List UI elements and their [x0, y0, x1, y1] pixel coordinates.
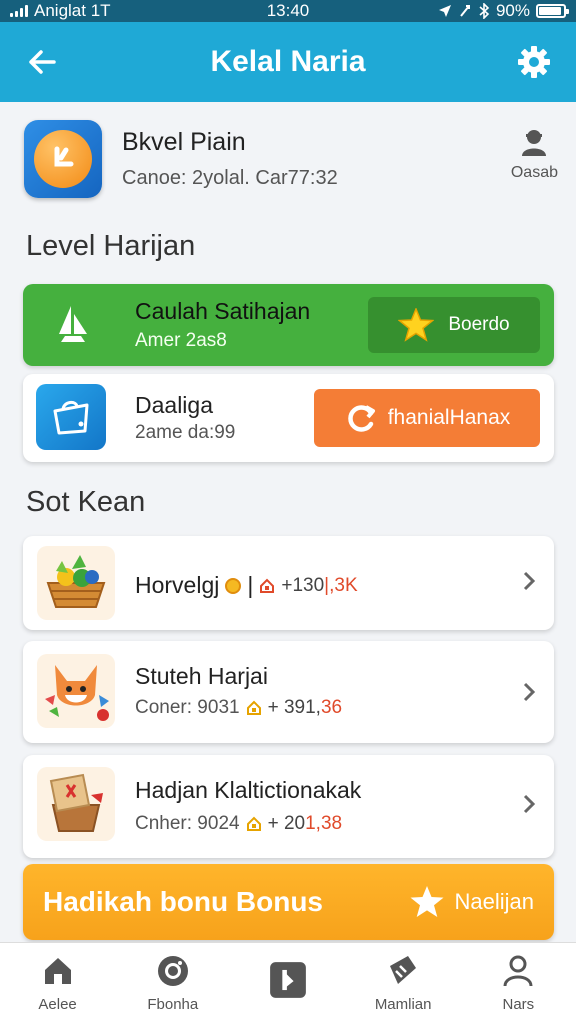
- list-item-separator: |: [247, 572, 254, 598]
- user-icon: [522, 130, 547, 156]
- list-item-meta: Coner: 9031 + 391,36: [135, 697, 342, 719]
- dialog-level-button[interactable]: fhanialHanax: [314, 389, 540, 447]
- gear-icon: [518, 46, 550, 78]
- chevron-right-icon: [523, 571, 536, 591]
- list-item-subtitle: Cnher: 9024: [135, 813, 240, 834]
- bonus-action-label: Naelijan: [454, 889, 535, 914]
- refresh-icon: [348, 405, 375, 432]
- daily-level-button[interactable]: Boerdo: [368, 297, 540, 353]
- bonus-banner[interactable]: Hadikah bonu Bonus Naelijan: [23, 864, 554, 940]
- star-icon: [398, 308, 435, 342]
- bottom-navigation: Aelee Fbonha Mamlian Nars: [0, 942, 576, 1024]
- basket-thumbnail: [37, 546, 115, 620]
- battery-percent: 90%: [495, 1, 530, 20]
- chevron-right-icon: [523, 682, 536, 702]
- status-left: Aniglat 1T: [10, 1, 111, 21]
- list-item-reward: +130|,3K: [281, 575, 357, 597]
- nav-tickets[interactable]: Mamlian: [353, 954, 453, 1013]
- user-button[interactable]: Oasab: [511, 128, 558, 182]
- play-square-icon: [270, 961, 306, 998]
- bonus-label: Hadikah bonu Bonus: [43, 886, 323, 917]
- house-icon: [246, 700, 261, 715]
- bonus-action-button[interactable]: Naelijan: [409, 885, 535, 919]
- dialog-level-title: Daaliga: [135, 392, 213, 418]
- reward-highlight: 1,38: [305, 813, 343, 834]
- house-icon: [246, 816, 261, 831]
- list-item-subtitle: Coner: 9031: [135, 697, 240, 718]
- person-icon: [503, 955, 533, 987]
- profile-subtitle: Canoe: 2yolal. Car77:32: [122, 167, 338, 189]
- reward-highlight: |,3K: [324, 574, 358, 596]
- dialog-level-subtitle: 2ame da:99: [135, 422, 236, 443]
- settings-button[interactable]: [514, 42, 554, 82]
- fox-thumbnail: [37, 654, 115, 728]
- list-item-title: Horvelgj: [135, 572, 220, 598]
- nav-profile[interactable]: Nars: [468, 954, 568, 1013]
- app-logo: [24, 120, 102, 198]
- home-icon: [44, 958, 71, 984]
- dialog-level-card[interactable]: Daaliga 2ame da:99 fhanialHanax: [23, 374, 554, 462]
- list-item-meta: Cnher: 9024 + 201,38: [135, 813, 342, 835]
- nav-profile-label: Nars: [502, 996, 535, 1013]
- dialog-app-icon: [36, 384, 106, 450]
- bag-icon: [53, 401, 89, 435]
- status-bar: Aniglat 1T 13:40 90%: [0, 0, 576, 22]
- location-icon: [438, 5, 451, 17]
- ticket-icon: [390, 956, 417, 984]
- fox-icon: [45, 665, 109, 721]
- signal-icon: [10, 5, 28, 17]
- daily-level-button-label: Boerdo: [448, 314, 510, 335]
- nfc-icon: [460, 5, 470, 17]
- list-item-title: Stuteh Harjai: [135, 663, 268, 689]
- daily-level-card[interactable]: Caulah Satihajan Amer 2as8 Boerdo: [23, 284, 554, 366]
- daily-level-subtitle: Amer 2as8: [135, 330, 227, 351]
- clock-logo-icon: [54, 146, 74, 167]
- back-button[interactable]: [22, 42, 62, 82]
- gift-box-icon: [49, 773, 103, 832]
- profile-header: Bkvel Piain Canoe: 2yolal. Car77:32 Oasa…: [0, 110, 576, 210]
- list-item-title: Hadjan Klaltictionakak: [135, 777, 362, 803]
- chevron-right-icon: [523, 794, 536, 814]
- dialog-level-button-label: fhanialHanax: [387, 406, 511, 429]
- user-label: Oasab: [510, 164, 558, 181]
- nav-home-label: Aelee: [38, 996, 77, 1013]
- list-item-reward: + 201,38: [268, 813, 343, 835]
- bluetooth-icon: [479, 3, 490, 19]
- camera-icon: [157, 956, 188, 986]
- nav-camera[interactable]: Fbonha: [123, 954, 223, 1013]
- level-section-title: Level Harijan: [26, 230, 196, 262]
- status-right: 90%: [438, 1, 569, 21]
- page-title: Kelal Naria: [210, 45, 366, 78]
- nav-home[interactable]: Aelee: [8, 954, 108, 1013]
- reward-prefix: +130: [281, 574, 325, 596]
- list-item[interactable]: Hadjan Klaltictionakak Cnher: 9024 + 201…: [23, 755, 554, 858]
- list-item-reward: + 391,36: [268, 697, 343, 719]
- back-arrow-icon: [29, 50, 56, 74]
- carrier-label: Aniglat 1T: [34, 1, 111, 20]
- nav-play[interactable]: [238, 961, 338, 1007]
- reward-prefix: + 20: [267, 813, 306, 834]
- reward-highlight: 36: [320, 697, 343, 718]
- profile-name: Bkvel Piain: [122, 128, 246, 156]
- app-bar: Kelal Naria: [0, 22, 576, 102]
- gift-thumbnail: [37, 767, 115, 841]
- battery-icon: [536, 4, 569, 18]
- soft-section-title: Sot Kean: [26, 486, 146, 518]
- fruit-basket-icon: [46, 555, 106, 608]
- list-item[interactable]: Horvelgj | +130|,3K: [23, 536, 554, 630]
- house-icon: [260, 578, 275, 593]
- list-item-title-row: Horvelgj | +130|,3K: [135, 572, 358, 599]
- list-item[interactable]: Stuteh Harjai Coner: 9031 + 391,36: [23, 641, 554, 743]
- nav-tickets-label: Mamlian: [374, 996, 432, 1013]
- sparkle-star-icon: [410, 886, 443, 917]
- reward-prefix: + 391,: [267, 697, 321, 718]
- nav-camera-label: Fbonha: [147, 996, 199, 1013]
- daily-level-title: Caulah Satihajan: [135, 298, 311, 324]
- coin-icon: [225, 577, 242, 594]
- battery-fill: [539, 7, 561, 15]
- sailboat-icon: [59, 306, 87, 342]
